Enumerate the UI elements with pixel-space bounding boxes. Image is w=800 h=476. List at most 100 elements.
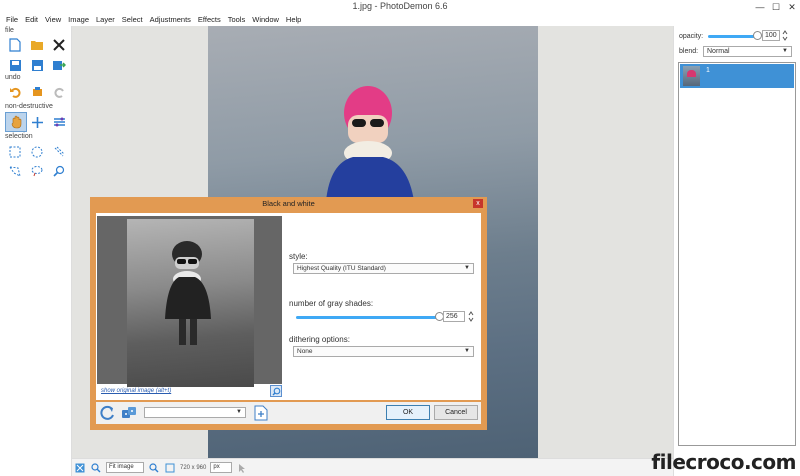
unit-select[interactable]: px [210, 462, 233, 473]
image-size-glyph [165, 463, 175, 472]
blend-select[interactable]: Normal ▼ [703, 46, 792, 57]
dialog-body: show original image (alt+t) style: Highe… [96, 213, 481, 400]
preview-subject [165, 241, 211, 345]
menu-image[interactable]: Image [68, 14, 89, 26]
preset-select[interactable]: ▼ [144, 407, 246, 418]
move-arrows-icon [31, 116, 43, 128]
history-icon [32, 87, 42, 96]
polygon-select-tool[interactable] [6, 162, 24, 180]
save-as-tool[interactable] [28, 56, 46, 74]
new-file-icon [9, 38, 21, 52]
folder-icon [31, 41, 43, 50]
chevron-down-icon: ▼ [464, 265, 470, 271]
layer-thumbnail [683, 66, 700, 86]
close-button[interactable]: ✕ [784, 0, 800, 14]
save-as-icon [31, 59, 43, 71]
menu-help[interactable]: Help [286, 14, 301, 26]
hand-icon [11, 115, 21, 129]
section-nondestructive-label: non-destructive [5, 103, 53, 110]
toolbox: file undo non-destructive selection [0, 26, 72, 476]
new-image-tool[interactable] [6, 36, 24, 54]
style-value: Highest Quality (ITU Standard) [297, 265, 386, 272]
menu-window[interactable]: Window [252, 14, 279, 26]
opacity-input[interactable]: 100 [762, 30, 780, 41]
ellipse-select-icon [31, 146, 43, 158]
move-tool[interactable] [28, 113, 46, 131]
title-bar: 1.jpg - PhotoDemon 6.6 — ☐ ✕ [0, 0, 800, 14]
line-select-icon [54, 146, 65, 157]
black-and-white-dialog: Black and white x show original image (a… [90, 197, 487, 430]
ok-button[interactable]: OK [386, 405, 430, 420]
chevron-down-icon: ▼ [236, 409, 242, 415]
zoom-out-button[interactable] [90, 462, 102, 474]
layer-row[interactable]: 1 [680, 64, 794, 88]
polygon-select-icon [9, 166, 21, 177]
hand-tool[interactable] [5, 112, 27, 132]
watermark-logo: filecroco.com [651, 450, 796, 474]
line-select-tool[interactable] [50, 143, 68, 161]
cancel-button[interactable]: Cancel [434, 405, 478, 420]
dithering-select[interactable]: None ▼ [293, 346, 474, 357]
minimize-button[interactable]: — [752, 0, 768, 14]
dithering-value: None [297, 348, 313, 355]
menu-adjustments[interactable]: Adjustments [150, 14, 191, 26]
menu-file[interactable]: File [6, 14, 18, 26]
menu-effects[interactable]: Effects [198, 14, 221, 26]
opacity-spin-icon[interactable] [782, 30, 788, 41]
undo-tool[interactable] [6, 83, 24, 101]
fit-screen-button[interactable] [74, 462, 86, 474]
gray-shades-label: number of gray shades: [289, 299, 374, 308]
gray-shades-input[interactable]: 256 [443, 311, 465, 322]
randomize-button[interactable] [121, 405, 137, 421]
dialog-close-button[interactable]: x [473, 199, 483, 208]
close-x-icon [53, 39, 65, 51]
export-tool[interactable] [50, 56, 68, 74]
menu-edit[interactable]: Edit [25, 14, 38, 26]
history-tool[interactable] [28, 83, 46, 101]
save-preset-button[interactable] [254, 405, 268, 421]
opacity-slider-thumb[interactable] [753, 31, 762, 40]
menu-select[interactable]: Select [122, 14, 143, 26]
quick-fix-tool[interactable] [50, 113, 68, 131]
gray-shades-slider[interactable] [296, 316, 440, 319]
section-selection-label: selection [5, 133, 33, 140]
gray-shades-value: 256 [446, 313, 458, 320]
style-select[interactable]: Highest Quality (ITU Standard) ▼ [293, 263, 474, 274]
dice-icon [122, 407, 136, 418]
image-size-text: 720 x 960 [180, 464, 207, 471]
opacity-slider[interactable] [708, 35, 758, 38]
menu-tools[interactable]: Tools [228, 14, 246, 26]
preview-zoom-button[interactable] [270, 385, 282, 397]
maximize-button[interactable]: ☐ [768, 0, 784, 14]
shades-spin-icon[interactable] [468, 311, 474, 322]
cursor-position-icon [236, 462, 248, 474]
window-title: 1.jpg - PhotoDemon 6.6 [352, 1, 448, 11]
close-image-tool[interactable] [50, 36, 68, 54]
preview-image[interactable] [127, 219, 254, 387]
layer-list[interactable]: 1 [678, 62, 796, 446]
section-undo-label: undo [5, 74, 21, 81]
blend-label: blend: [679, 48, 699, 55]
zoom-in-button[interactable] [148, 462, 160, 474]
open-image-tool[interactable] [28, 36, 46, 54]
redo-tool[interactable] [50, 83, 68, 101]
save-tool[interactable] [6, 56, 24, 74]
rect-select-tool[interactable] [6, 143, 24, 161]
ellipse-select-tool[interactable] [28, 143, 46, 161]
opacity-value: 100 [765, 32, 777, 39]
zoom-out-icon [91, 462, 101, 472]
menu-layer[interactable]: Layer [96, 14, 115, 26]
reset-button[interactable] [100, 405, 116, 421]
style-label: style: [289, 252, 308, 261]
cursor-icon [239, 463, 246, 473]
show-original-link[interactable]: show original image (alt+t) [101, 388, 171, 394]
dialog-footer: ▼ OK Cancel [96, 402, 481, 424]
lasso-select-tool[interactable] [28, 162, 46, 180]
preview-area [97, 216, 282, 387]
layers-panel: opacity: 100 blend: Normal ▼ 1 [673, 26, 800, 476]
blend-value: Normal [707, 48, 730, 55]
chevron-down-icon: ▼ [782, 48, 788, 54]
zoom-select[interactable]: Fit image [106, 462, 144, 473]
magic-wand-tool[interactable] [50, 162, 68, 180]
menu-view[interactable]: View [45, 14, 61, 26]
